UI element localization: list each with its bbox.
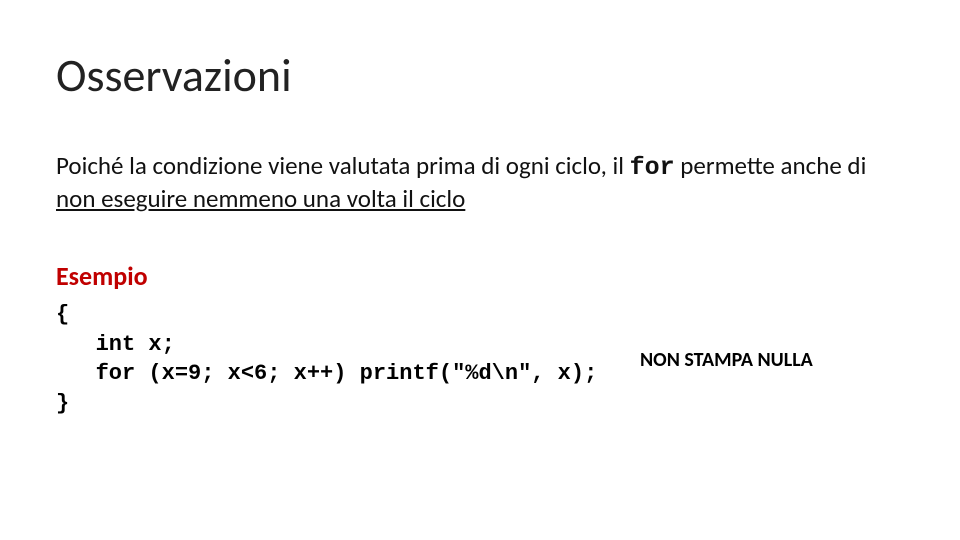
code-block: { int x; for (x=9; x<6; x++) printf("%d\…	[56, 300, 597, 419]
esempio-label: Esempio	[56, 260, 148, 292]
body-underlined: non eseguire nemmeno una volta il ciclo	[56, 183, 465, 214]
slide: Osservazioni Poiché la condizione viene …	[0, 0, 960, 540]
body-prefix: Poiché la condizione viene valutata prim…	[56, 150, 630, 181]
slide-title: Osservazioni	[56, 48, 292, 104]
body-mono-for: for	[630, 153, 675, 182]
output-note: NON STAMPA NULLA	[640, 348, 813, 372]
body-paragraph: Poiché la condizione viene valutata prim…	[56, 150, 906, 215]
body-mid: permette anche di	[675, 150, 867, 181]
